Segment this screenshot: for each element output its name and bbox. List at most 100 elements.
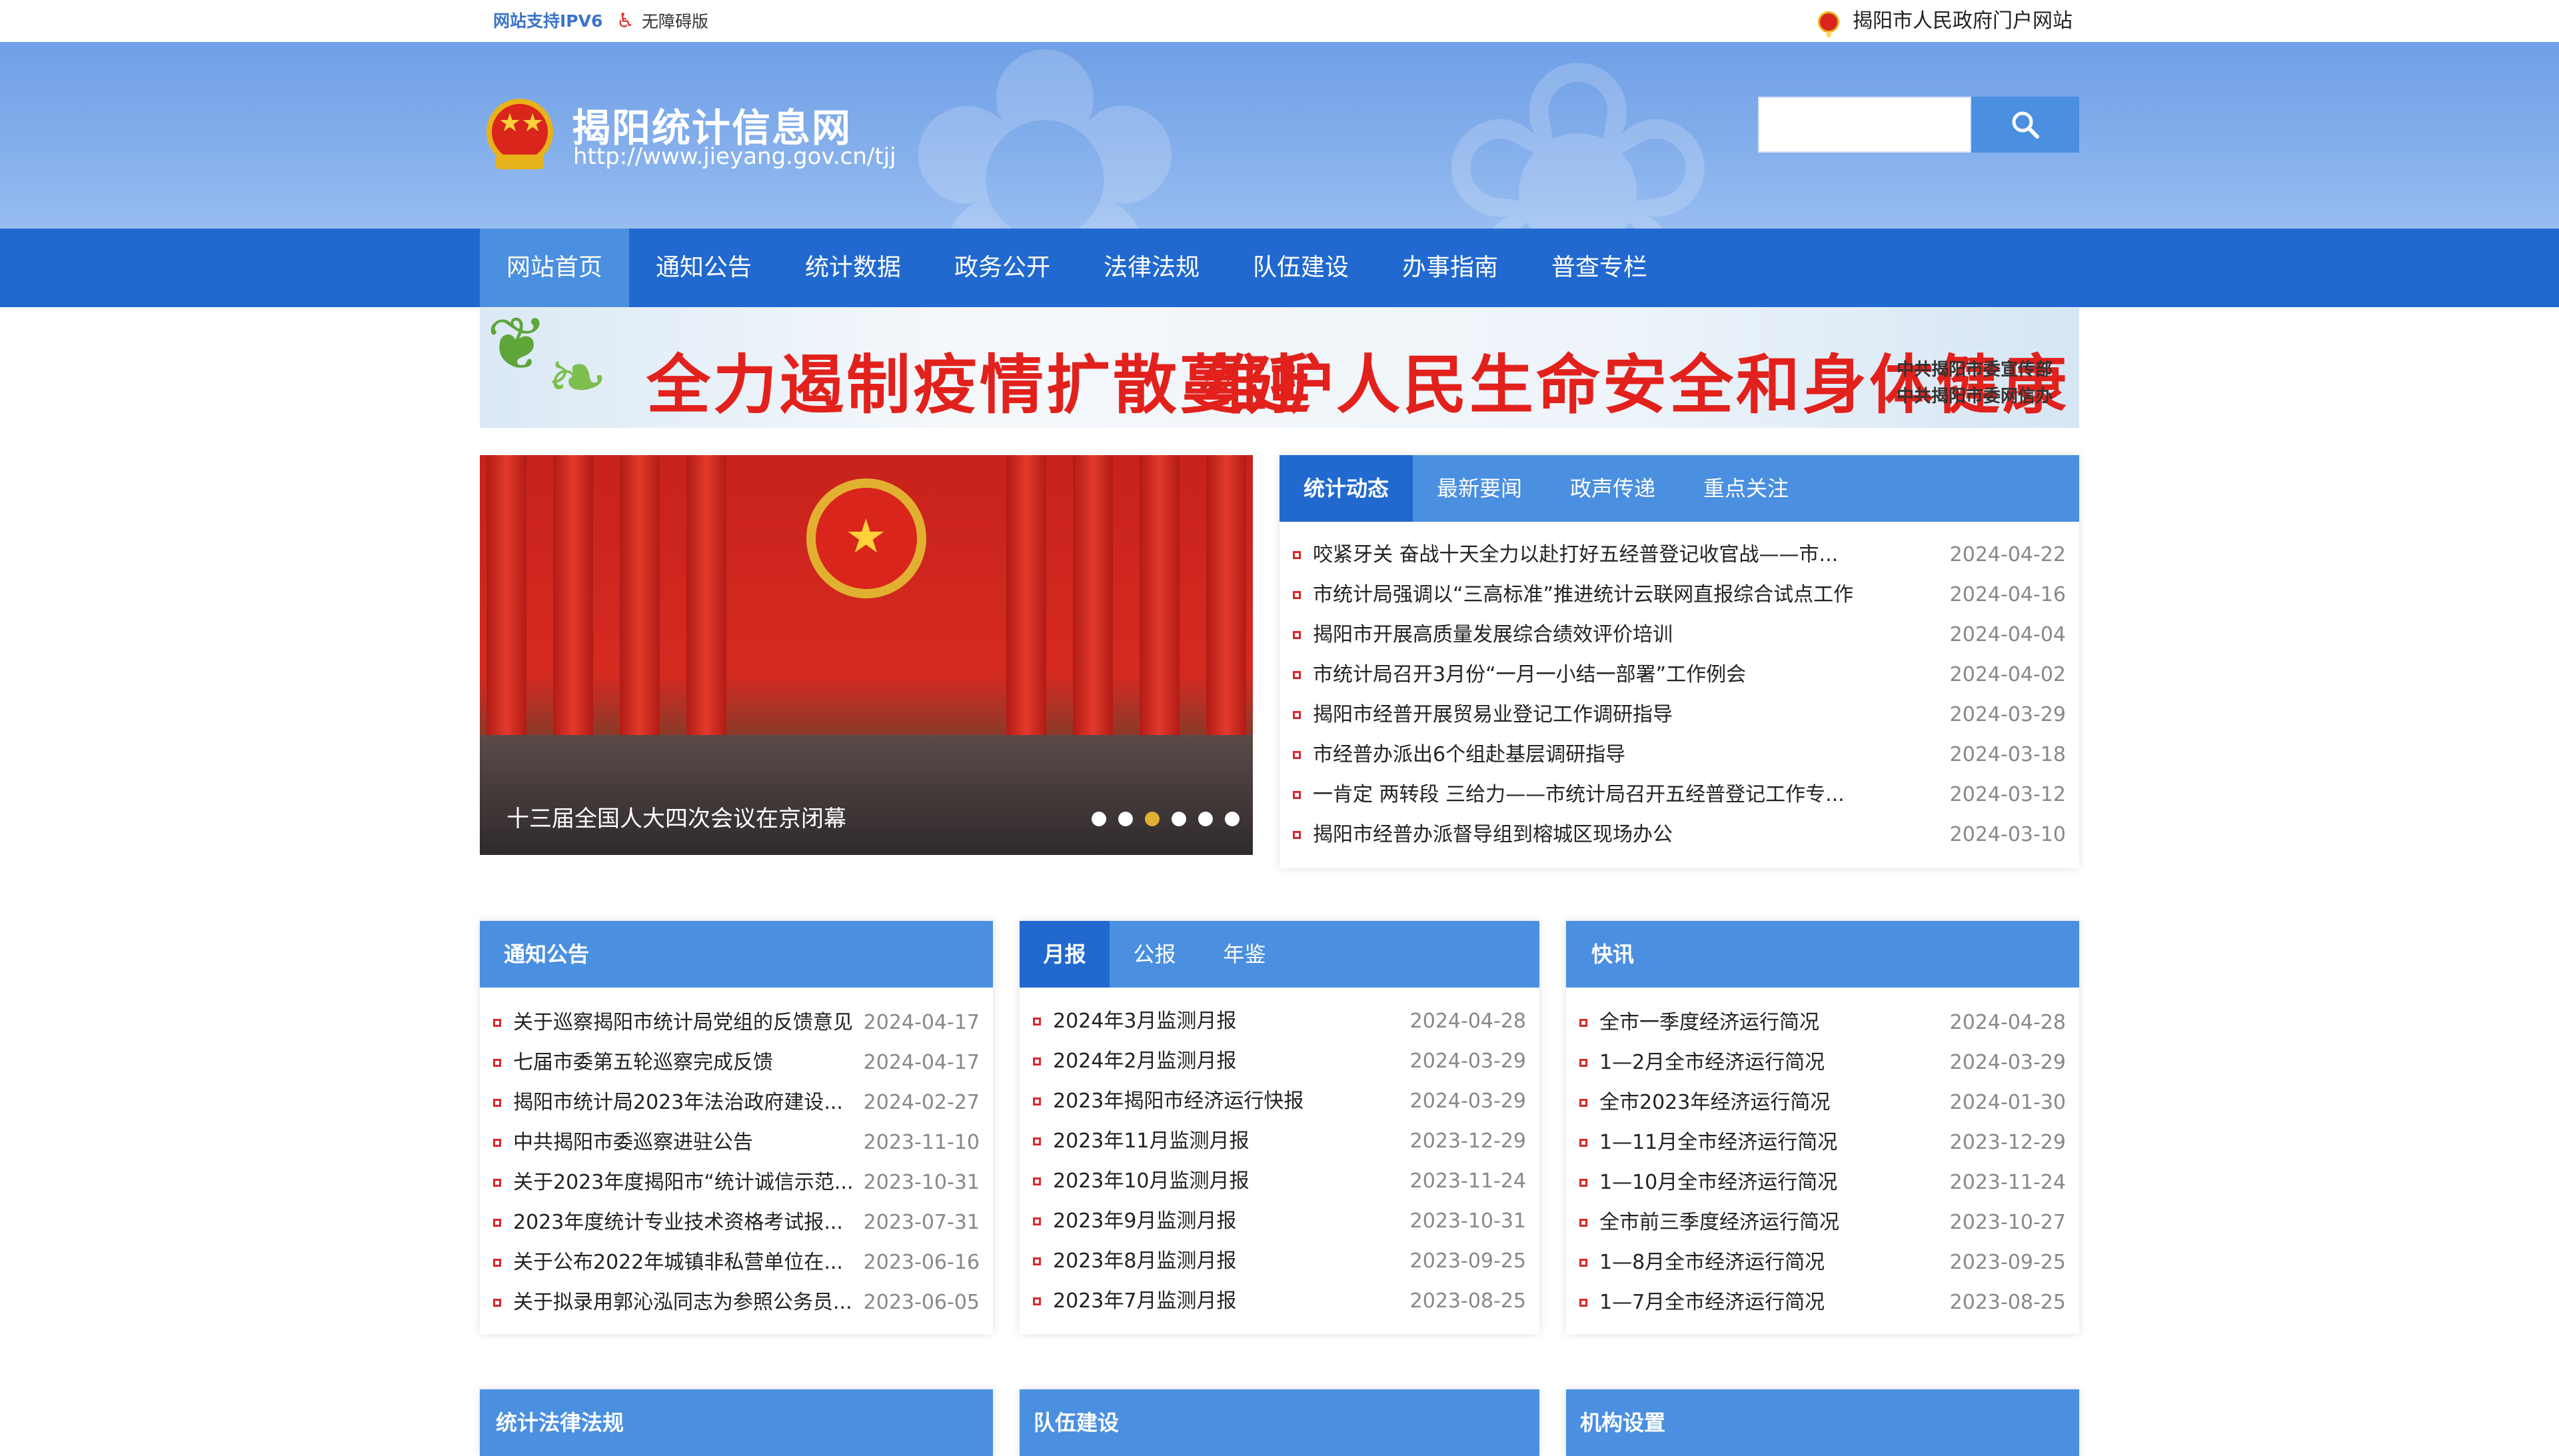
ipv6-support-link[interactable]: 网站支持IPV6 [493,0,602,42]
list-item[interactable]: 揭阳市开展高质量发展综合绩效评价培训 2024-04-04 [1280,616,2079,654]
item-title[interactable]: 1—7月全市经济运行简况 [1599,1284,1825,1321]
slider-caption[interactable]: 十三届全国人大四次会议在京闭幕 [506,800,846,833]
list-item[interactable]: 全市2023年经济运行简况 2024-01-30 [1566,1084,2079,1121]
tab-bulletin[interactable]: 公报 [1110,921,1200,988]
item-title[interactable]: 1—8月全市经济运行简况 [1599,1244,1825,1281]
item-title[interactable]: 2023年10月监测月报 [1053,1163,1250,1200]
list-item[interactable]: 关于拟录用郭沁泓同志为参照公务员... 2023-06-05 [480,1284,993,1321]
item-title[interactable]: 揭阳市统计局2023年法治政府建设... [513,1084,843,1121]
list-item[interactable]: 关于2023年度揭阳市“统计诚信示范... 2023-10-31 [480,1164,993,1201]
nav-item-census[interactable]: 普查专栏 [1525,229,1674,307]
bullet-icon [1293,551,1301,559]
item-title[interactable]: 2024年3月监测月报 [1053,1003,1236,1040]
list-item[interactable]: 2023年7月监测月报 2023-08-25 [1020,1283,1539,1320]
tab-stat-news[interactable]: 统计动态 [1280,455,1413,522]
tab-gov-voice[interactable]: 政声传递 [1546,455,1679,522]
item-title[interactable]: 2023年7月监测月报 [1053,1283,1236,1320]
list-item[interactable]: 七届市委第五轮巡察完成反馈 2024-04-17 [480,1044,993,1082]
item-title[interactable]: 市统计局强调以“三高标准”推进统计云联网直报综合试点工作 [1313,576,1853,614]
tab-monthly[interactable]: 月报 [1020,921,1110,988]
list-item[interactable]: 市统计局强调以“三高标准”推进统计云联网直报综合试点工作 2024-04-16 [1280,576,2079,614]
list-item[interactable]: 2023年9月监测月报 2023-10-31 [1020,1203,1539,1240]
list-item[interactable]: 1—8月全市经济运行简况 2023-09-25 [1566,1244,2079,1281]
slider-dot[interactable] [1172,812,1186,826]
item-title[interactable]: 揭阳市经普办派督导组到榕城区现场办公 [1313,816,1673,854]
item-title[interactable]: 市统计局召开3月份“一月一小结一部署”工作例会 [1313,656,1746,694]
nav-item-statistics[interactable]: 统计数据 [778,229,928,307]
item-title[interactable]: 2023年9月监测月报 [1053,1203,1236,1240]
item-title[interactable]: 关于拟录用郭沁泓同志为参照公务员... [513,1284,852,1321]
item-title[interactable]: 一肯定 两转段 三给力——市统计局召开五经普登记工作专... [1313,776,1845,814]
nav-item-home[interactable]: 网站首页 [480,229,629,307]
list-item[interactable]: 关于巡察揭阳市统计局党组的反馈意见 2024-04-17 [480,1004,993,1042]
slider-dot[interactable] [1225,812,1240,826]
list-item[interactable]: 2023年11月监测月报 2023-12-29 [1020,1123,1539,1160]
item-title[interactable]: 2023年度统计专业技术资格考试报... [513,1204,843,1241]
nav-item-gov-affairs[interactable]: 政务公开 [928,229,1077,307]
list-item[interactable]: 2023年8月监测月报 2023-09-25 [1020,1243,1539,1280]
item-title[interactable]: 全市一季度经济运行简况 [1599,1004,1819,1042]
item-title[interactable]: 七届市委第五轮巡察完成反馈 [513,1044,773,1082]
list-item[interactable]: 2023年度统计专业技术资格考试报... 2023-07-31 [480,1204,993,1241]
tab-flash[interactable]: 快讯 [1566,921,1659,988]
gov-portal-link[interactable]: 揭阳市人民政府门户网站 [1818,0,2073,56]
slider-dot[interactable] [1198,812,1213,826]
item-title[interactable]: 中共揭阳市委巡察进驻公告 [513,1124,753,1161]
list-item[interactable]: 2024年3月监测月报 2024-04-28 [1020,1003,1539,1040]
accessible-version-link[interactable]: ♿ 无障碍版 [616,0,708,43]
item-title[interactable]: 关于巡察揭阳市统计局党组的反馈意见 [513,1004,853,1042]
nav-item-notices[interactable]: 通知公告 [629,229,778,307]
list-item[interactable]: 揭阳市经普开展贸易业登记工作调研指导 2024-03-29 [1280,696,2079,734]
image-slider[interactable]: ★ 十三届全国人大四次会议在京闭幕 [480,455,1253,855]
search-button[interactable] [1971,97,2079,153]
list-item[interactable]: 市统计局召开3月份“一月一小结一部署”工作例会 2024-04-02 [1280,656,2079,694]
tab-focus[interactable]: 重点关注 [1679,455,1813,522]
list-item[interactable]: 1—7月全市经济运行简况 2023-08-25 [1566,1284,2079,1321]
item-title[interactable]: 全市前三季度经济运行简况 [1599,1204,1839,1241]
item-title[interactable]: 2023年8月监测月报 [1053,1243,1236,1280]
list-item[interactable]: 1—10月全市经济运行简况 2023-11-24 [1566,1164,2079,1201]
item-title[interactable]: 2024年2月监测月报 [1053,1043,1236,1080]
tab-team-building[interactable]: 队伍建设 [1020,1389,1133,1456]
tab-latest-news[interactable]: 最新要闻 [1413,455,1546,522]
nav-item-laws[interactable]: 法律法规 [1077,229,1226,307]
item-title[interactable]: 1—2月全市经济运行简况 [1599,1044,1825,1082]
item-title[interactable]: 2023年揭阳市经济运行快报 [1053,1083,1303,1120]
list-item[interactable]: 1—2月全市经济运行简况 2024-03-29 [1566,1044,2079,1082]
item-title[interactable]: 揭阳市开展高质量发展综合绩效评价培训 [1313,616,1673,654]
list-item[interactable]: 一肯定 两转段 三给力——市统计局召开五经普登记工作专... 2024-03-12 [1280,776,2079,814]
item-title[interactable]: 关于公布2022年城镇非私营单位在... [513,1244,843,1281]
tab-stat-laws[interactable]: 统计法律法规 [480,1389,640,1456]
nav-item-team[interactable]: 队伍建设 [1226,229,1375,307]
item-title[interactable]: 咬紧牙关 奋战十天全力以赴打好五经普登记收官战——市... [1313,536,1838,574]
list-item[interactable]: 1—11月全市经济运行简况 2023-12-29 [1566,1124,2079,1161]
list-item[interactable]: 中共揭阳市委巡察进驻公告 2023-11-10 [480,1124,993,1161]
list-item[interactable]: 2024年2月监测月报 2024-03-29 [1020,1043,1539,1080]
search-input[interactable] [1758,97,1971,153]
item-title[interactable]: 揭阳市经普开展贸易业登记工作调研指导 [1313,696,1673,734]
list-item[interactable]: 咬紧牙关 奋战十天全力以赴打好五经普登记收官战——市... 2024-04-22 [1280,536,2079,574]
site-logo[interactable]: ★★ [486,99,553,172]
item-title[interactable]: 关于2023年度揭阳市“统计诚信示范... [513,1164,854,1201]
tab-yearbook[interactable]: 年鉴 [1200,921,1289,988]
list-item[interactable]: 2023年揭阳市经济运行快报 2024-03-29 [1020,1083,1539,1120]
epidemic-banner[interactable]: ❦ ❧ 全力遏制疫情扩散蔓延 维护人民生命安全和身体健康 中共揭阳市委宣传部 中… [480,308,2079,428]
list-item[interactable]: 全市前三季度经济运行简况 2023-10-27 [1566,1204,2079,1241]
list-item[interactable]: 全市一季度经济运行简况 2024-04-28 [1566,1004,2079,1042]
item-title[interactable]: 1—10月全市经济运行简况 [1599,1164,1837,1201]
slider-dot-active[interactable] [1145,812,1160,826]
item-title[interactable]: 2023年11月监测月报 [1053,1123,1250,1160]
list-item[interactable]: 2023年10月监测月报 2023-11-24 [1020,1163,1539,1200]
list-item[interactable]: 揭阳市统计局2023年法治政府建设... 2024-02-27 [480,1084,993,1121]
item-title[interactable]: 全市2023年经济运行简况 [1599,1084,1830,1121]
nav-item-guide[interactable]: 办事指南 [1375,229,1525,307]
list-item[interactable]: 揭阳市经普办派督导组到榕城区现场办公 2024-03-10 [1280,816,2079,854]
item-title[interactable]: 市经普办派出6个组赴基层调研指导 [1313,736,1625,774]
slider-dot[interactable] [1092,812,1106,826]
slider-dot[interactable] [1118,812,1133,826]
item-title[interactable]: 1—11月全市经济运行简况 [1599,1124,1837,1161]
list-item[interactable]: 市经普办派出6个组赴基层调研指导 2024-03-18 [1280,736,2079,774]
tab-notices[interactable]: 通知公告 [480,921,613,988]
tab-org-setup[interactable]: 机构设置 [1566,1389,1679,1456]
list-item[interactable]: 关于公布2022年城镇非私营单位在... 2023-06-16 [480,1244,993,1281]
